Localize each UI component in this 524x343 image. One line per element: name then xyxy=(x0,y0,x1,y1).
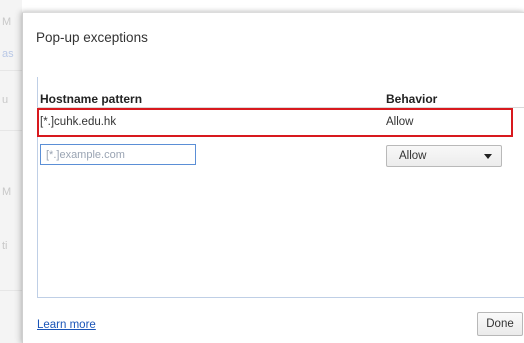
learn-more-link[interactable]: Learn more xyxy=(37,319,96,331)
background-text-fragment: ti xyxy=(2,240,8,252)
popup-exceptions-dialog: Pop-up exceptions Hostname pattern Behav… xyxy=(22,12,524,343)
behavior-select[interactable]: Allow xyxy=(386,145,502,167)
hostname-pattern-input[interactable] xyxy=(40,144,196,165)
background-text-fragment: M xyxy=(2,16,12,28)
background-text-fragment: as xyxy=(2,48,14,60)
column-header-hostname: Hostname pattern xyxy=(40,92,143,106)
background-divider xyxy=(0,130,22,131)
background-text-fragment: u xyxy=(2,94,9,106)
dialog-title: Pop-up exceptions xyxy=(36,30,148,45)
background-divider xyxy=(0,70,22,71)
page: M as u M ti Pop-up exceptions Hostname p… xyxy=(0,0,524,343)
background-settings-page: M as u M ti xyxy=(0,0,22,343)
background-divider xyxy=(0,290,22,291)
background-text-fragment: M xyxy=(2,186,12,198)
done-button[interactable]: Done xyxy=(477,312,523,336)
row-highlight-box xyxy=(37,108,513,137)
chevron-down-icon xyxy=(484,154,492,159)
behavior-select-value: Allow xyxy=(399,150,427,162)
column-header-behavior: Behavior xyxy=(386,92,438,106)
